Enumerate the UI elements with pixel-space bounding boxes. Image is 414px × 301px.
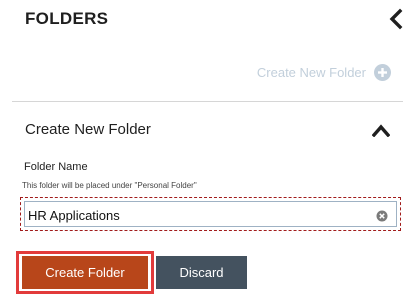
create-new-folder-link-label: Create New Folder (256, 65, 366, 80)
chevron-left-icon (389, 8, 403, 30)
form-title: Create New Folder (25, 121, 151, 138)
collapse-panel-button[interactable] (386, 8, 406, 30)
clear-input-button[interactable] (376, 209, 388, 222)
folder-name-label: Folder Name (24, 161, 88, 173)
section-divider (12, 101, 403, 102)
folders-panel: FOLDERS Create New Folder Create New Fol… (0, 0, 414, 301)
panel-title: FOLDERS (25, 9, 109, 28)
plus-circle-icon (374, 64, 391, 81)
chevron-up-icon (371, 124, 391, 138)
folder-name-hint: This folder will be placed under "Person… (22, 181, 197, 190)
clear-circle-icon (376, 210, 388, 222)
folder-name-field (24, 201, 397, 227)
collapse-form-button[interactable] (371, 123, 391, 138)
folder-name-input[interactable] (28, 204, 358, 226)
folder-name-focus-ring (20, 197, 401, 231)
discard-button[interactable]: Discard (156, 256, 247, 289)
create-new-folder-link[interactable]: Create New Folder (257, 64, 391, 81)
create-folder-button[interactable]: Create Folder (22, 256, 148, 289)
